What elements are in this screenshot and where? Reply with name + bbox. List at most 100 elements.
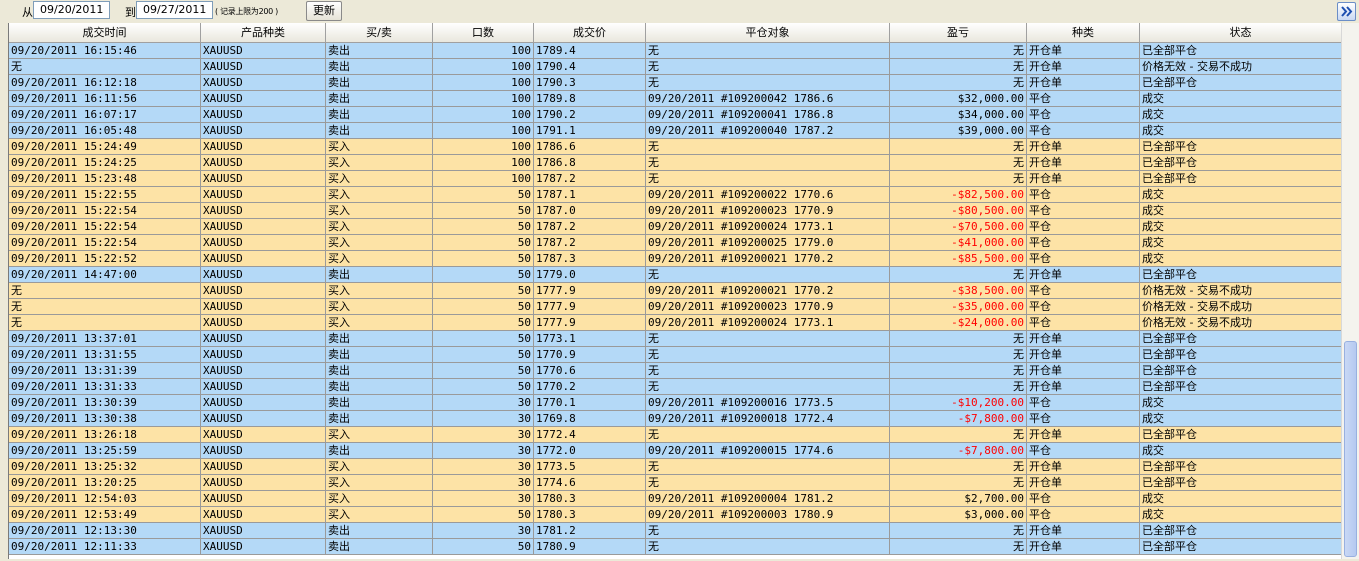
table-row[interactable]: 09/20/2011 16:11:56 XAUUSD 卖出 100 1789.8 09/2… [9, 91, 1342, 107]
column-header-pnl[interactable]: 盈亏 [890, 23, 1027, 42]
cell-lots: 30 [433, 459, 534, 475]
table-row[interactable]: 09/20/2011 15:23:48 XAUUSD 买入 100 1787.2 无无开仓… [9, 171, 1342, 187]
table-row[interactable]: 无 XAUUSD 买入 50 1777.9 09/20/2011 #109200023 1… [9, 299, 1342, 315]
table-row[interactable]: 无 XAUUSD 买入 50 1777.9 09/20/2011 #109200021 1… [9, 283, 1342, 299]
cell-product: XAUUSD [201, 395, 326, 411]
scrollbar-thumb[interactable] [1344, 341, 1357, 557]
column-header-close-target[interactable]: 平仓对象 [646, 23, 890, 42]
cell-product: XAUUSD [201, 299, 326, 315]
cell-product: XAUUSD [201, 139, 326, 155]
table-row[interactable]: 无 XAUUSD 卖出 100 1790.4 无无开仓单 价格无效 - 交易不成功 [9, 59, 1342, 75]
cell-side: 买入 [326, 171, 433, 187]
column-header-price[interactable]: 成交价 [534, 23, 646, 42]
column-header-product[interactable]: 产品种类 [201, 23, 326, 42]
cell-product: XAUUSD [201, 171, 326, 187]
cell-side: 买入 [326, 315, 433, 331]
cell-type: 开仓单 [1027, 171, 1140, 187]
cell-price: 1772.0 [534, 443, 646, 459]
table-row[interactable]: 09/20/2011 13:31:39 XAUUSD 卖出 50 1770.6 无无开仓单… [9, 363, 1342, 379]
table-row[interactable]: 09/20/2011 16:07:17 XAUUSD 卖出 100 1790.2 09/2… [9, 107, 1342, 123]
to-label: 到 [125, 6, 136, 19]
cell-pnl: -$7,800.00 [890, 443, 1027, 459]
table-row[interactable]: 09/20/2011 13:31:55 XAUUSD 卖出 50 1770.9 无无开仓单… [9, 347, 1342, 363]
refresh-button[interactable]: 更新 [306, 1, 342, 21]
expand-button[interactable] [1337, 2, 1356, 21]
cell-price: 1779.0 [534, 267, 646, 283]
table-row[interactable]: 09/20/2011 15:22:54 XAUUSD 买入 50 1787.2 09/20… [9, 235, 1342, 251]
table-row[interactable]: 09/20/2011 13:30:39 XAUUSD 卖出 30 1770.1 09/20… [9, 395, 1342, 411]
cell-time: 09/20/2011 13:26:18 [9, 427, 201, 443]
cell-status: 已全部平仓 [1140, 347, 1342, 363]
from-label: 从 [22, 6, 33, 19]
cell-product: XAUUSD [201, 283, 326, 299]
cell-close-target: 无 [646, 139, 890, 155]
cell-product: XAUUSD [201, 347, 326, 363]
cell-price: 1777.9 [534, 283, 646, 299]
table-row[interactable]: 09/20/2011 12:11:33 XAUUSD 卖出 50 1780.9 无无开仓单… [9, 539, 1342, 555]
table-row[interactable]: 09/20/2011 12:54:03 XAUUSD 买入 30 1780.3 09/20… [9, 491, 1342, 507]
cell-close-target: 09/20/2011 #109200042 1786.6 [646, 91, 890, 107]
table-row[interactable]: 09/20/2011 13:31:33 XAUUSD 卖出 50 1770.2 无无开仓单… [9, 379, 1342, 395]
cell-time: 无 [9, 283, 201, 299]
table-row[interactable]: 09/20/2011 13:25:32 XAUUSD 买入 30 1773.5 无无开仓单… [9, 459, 1342, 475]
table-row[interactable]: 无 XAUUSD 买入 50 1777.9 09/20/2011 #109200024 1… [9, 315, 1342, 331]
cell-price: 1773.1 [534, 331, 646, 347]
column-header-type[interactable]: 种类 [1027, 23, 1140, 42]
cell-pnl: 无 [890, 363, 1027, 379]
table-row[interactable]: 09/20/2011 15:24:49 XAUUSD 买入 100 1786.6 无无开仓… [9, 139, 1342, 155]
table-row[interactable]: 09/20/2011 12:13:30 XAUUSD 卖出 30 1781.2 无无开仓单… [9, 523, 1342, 539]
cell-status: 已全部平仓 [1140, 331, 1342, 347]
cell-pnl: -$70,500.00 [890, 219, 1027, 235]
cell-close-target: 09/20/2011 #109200021 1770.2 [646, 251, 890, 267]
cell-price: 1769.8 [534, 411, 646, 427]
table-row[interactable]: 09/20/2011 14:47:00 XAUUSD 卖出 50 1779.0 无无开仓单… [9, 267, 1342, 283]
table-row[interactable]: 09/20/2011 13:25:59 XAUUSD 卖出 30 1772.0 09/20… [9, 443, 1342, 459]
table-row[interactable]: 09/20/2011 15:22:52 XAUUSD 买入 50 1787.3 09/20… [9, 251, 1342, 267]
table-row[interactable]: 09/20/2011 13:20:25 XAUUSD 买入 30 1774.6 无无开仓单… [9, 475, 1342, 491]
cell-status: 成交 [1140, 123, 1342, 139]
cell-close-target: 无 [646, 363, 890, 379]
table-row[interactable]: 09/20/2011 16:05:48 XAUUSD 卖出 100 1791.1 09/2… [9, 123, 1342, 139]
cell-side: 卖出 [326, 363, 433, 379]
table-row[interactable]: 09/20/2011 12:53:49 XAUUSD 买入 50 1780.3 09/20… [9, 507, 1342, 523]
cell-pnl: 无 [890, 43, 1027, 59]
to-date-field[interactable]: 09/27/2011 [136, 1, 213, 19]
cell-product: XAUUSD [201, 539, 326, 555]
table-row[interactable]: 09/20/2011 15:24:25 XAUUSD 买入 100 1786.8 无无开仓… [9, 155, 1342, 171]
table-row[interactable]: 09/20/2011 13:26:18 XAUUSD 买入 30 1772.4 无无开仓单… [9, 427, 1342, 443]
cell-side: 买入 [326, 155, 433, 171]
cell-price: 1787.0 [534, 203, 646, 219]
cell-pnl: -$24,000.00 [890, 315, 1027, 331]
cell-product: XAUUSD [201, 507, 326, 523]
cell-product: XAUUSD [201, 219, 326, 235]
cell-type: 开仓单 [1027, 155, 1140, 171]
cell-pnl: 无 [890, 75, 1027, 91]
table-row[interactable]: 09/20/2011 15:22:55 XAUUSD 买入 50 1787.1 09/20… [9, 187, 1342, 203]
cell-time: 09/20/2011 12:53:49 [9, 507, 201, 523]
vertical-scrollbar[interactable] [1341, 23, 1359, 559]
column-header-lots[interactable]: 口数 [433, 23, 534, 42]
cell-pnl: -$35,000.00 [890, 299, 1027, 315]
cell-lots: 50 [433, 219, 534, 235]
from-date-field[interactable]: 09/20/2011 [33, 1, 110, 19]
table-row[interactable]: 09/20/2011 13:30:38 XAUUSD 卖出 30 1769.8 09/20… [9, 411, 1342, 427]
table-row[interactable]: 09/20/2011 15:22:54 XAUUSD 买入 50 1787.0 09/20… [9, 203, 1342, 219]
cell-side: 买入 [326, 139, 433, 155]
table-row[interactable]: 09/20/2011 15:22:54 XAUUSD 买入 50 1787.2 09/20… [9, 219, 1342, 235]
cell-side: 卖出 [326, 443, 433, 459]
table-row[interactable]: 09/20/2011 13:37:01 XAUUSD 卖出 50 1773.1 无无开仓单… [9, 331, 1342, 347]
cell-side: 买入 [326, 459, 433, 475]
cell-lots: 50 [433, 203, 534, 219]
cell-close-target: 无 [646, 379, 890, 395]
table-body: 09/20/2011 16:15:46 XAUUSD 卖出 100 1789.4 无无开仓… [9, 43, 1342, 555]
cell-close-target: 09/20/2011 #109200022 1770.6 [646, 187, 890, 203]
cell-close-target: 无 [646, 347, 890, 363]
table-row[interactable]: 09/20/2011 16:15:46 XAUUSD 卖出 100 1789.4 无无开仓… [9, 43, 1342, 59]
cell-status: 成交 [1140, 395, 1342, 411]
table-row[interactable]: 09/20/2011 16:12:18 XAUUSD 卖出 100 1790.3 无无开仓… [9, 75, 1342, 91]
cell-side: 卖出 [326, 91, 433, 107]
column-header-time[interactable]: 成交时间 [9, 23, 201, 42]
cell-product: XAUUSD [201, 75, 326, 91]
column-header-status[interactable]: 状态 [1140, 23, 1342, 42]
column-header-side[interactable]: 买/卖 [326, 23, 433, 42]
